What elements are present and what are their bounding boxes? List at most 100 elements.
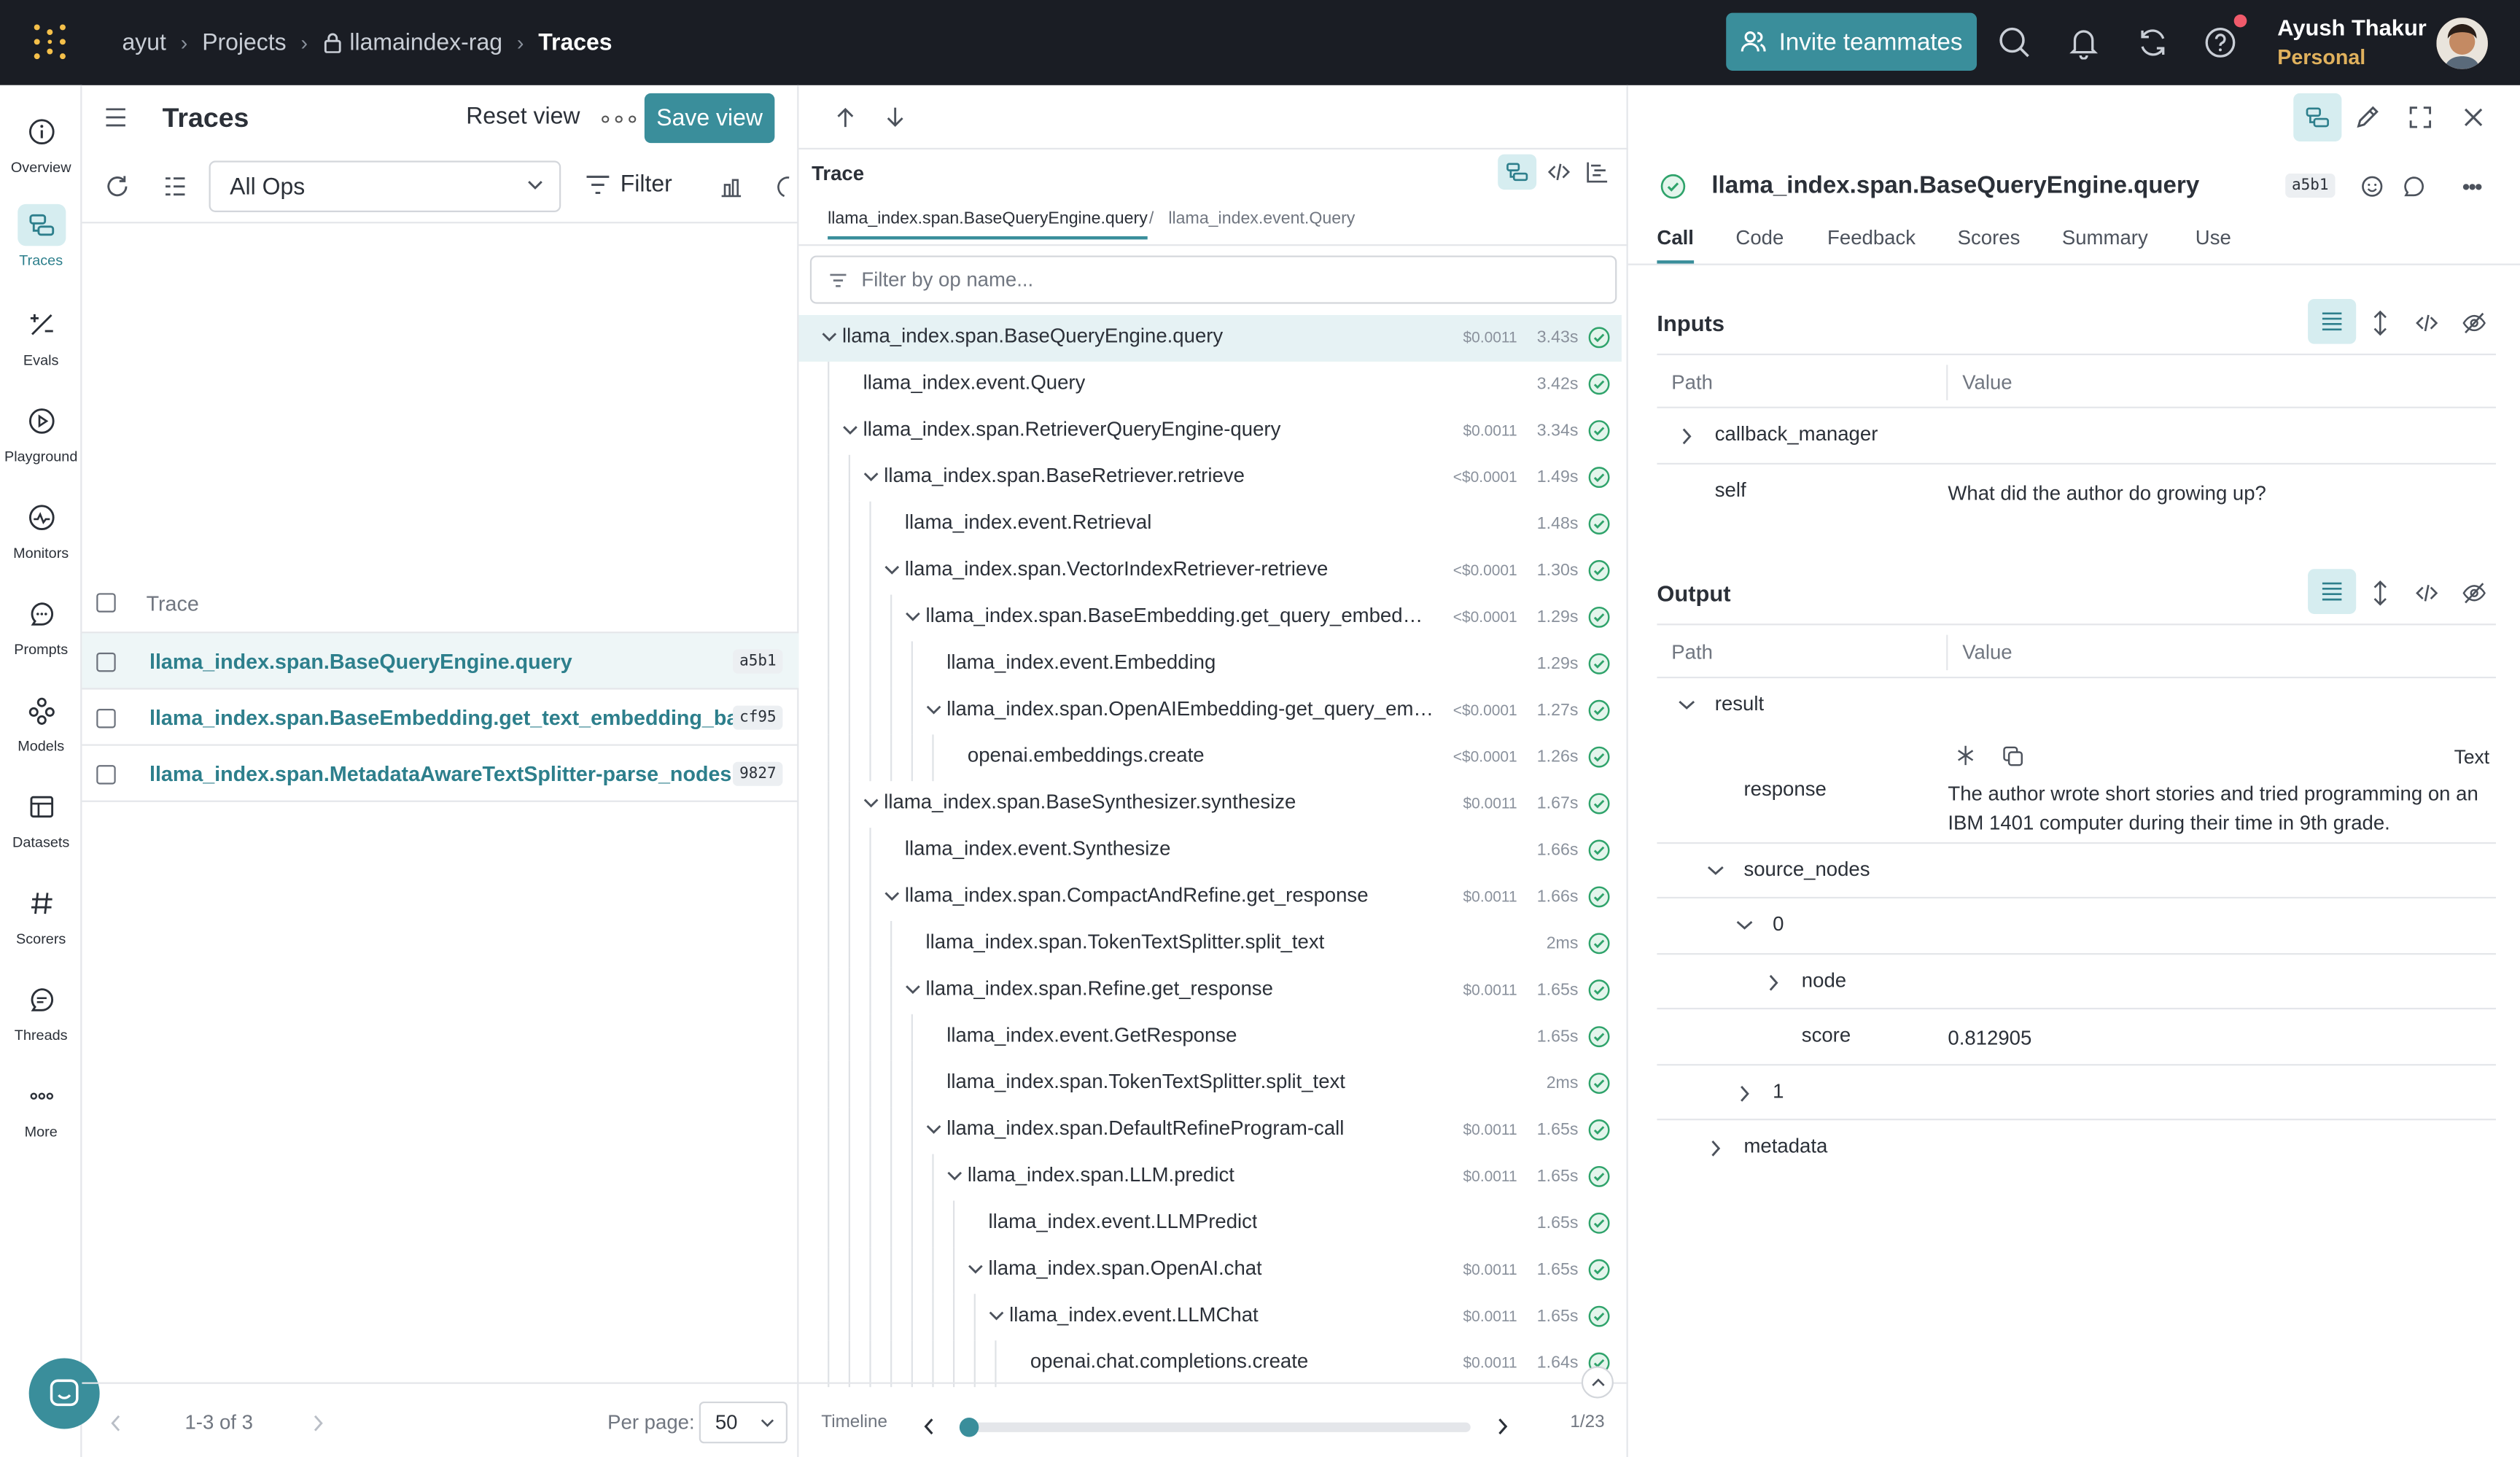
comment-icon[interactable] xyxy=(2403,175,2425,198)
copy-icon[interactable] xyxy=(2002,746,2023,767)
text-format-toggle[interactable]: Text xyxy=(2454,746,2490,769)
refresh-icon[interactable] xyxy=(2136,26,2169,59)
trace-tree-node[interactable]: llama_index.span.BaseQueryEngine.query $0… xyxy=(798,315,1622,362)
chevron-down-icon[interactable] xyxy=(1707,865,1724,876)
output-row-result[interactable]: result xyxy=(1657,678,2496,734)
chevron-down-icon[interactable] xyxy=(946,1170,962,1181)
tab-call[interactable]: Call xyxy=(1657,227,1694,264)
per-page-select[interactable]: 50 xyxy=(699,1401,788,1444)
chevron-left-icon[interactable] xyxy=(922,1418,936,1435)
trace-tree-node[interactable]: llama_index.event.LLMChat $0.0011 1.65s xyxy=(798,1294,1621,1341)
columns-icon[interactable] xyxy=(164,175,187,198)
nav-threads[interactable]: Threads xyxy=(0,976,82,1062)
code-icon[interactable] xyxy=(2416,312,2438,335)
chevron-down-icon[interactable] xyxy=(905,984,921,995)
menu-icon[interactable] xyxy=(104,108,127,127)
chart-icon[interactable] xyxy=(720,175,742,198)
nav-monitors[interactable]: Monitors xyxy=(0,494,82,580)
trace-tree-node[interactable]: llama_index.event.Embedding 1.29s xyxy=(798,641,1621,688)
trace-tree-node[interactable]: llama_index.span.OpenAI.chat $0.0011 1.65s xyxy=(798,1247,1621,1294)
output-row-metadata[interactable]: metadata xyxy=(1657,1120,2496,1176)
eye-off-icon[interactable] xyxy=(2462,312,2486,335)
nav-overview[interactable]: Overview xyxy=(0,108,82,195)
tab-use[interactable]: Use xyxy=(2196,227,2231,249)
chevron-down-icon[interactable] xyxy=(821,331,837,342)
eye-off-icon[interactable] xyxy=(2462,582,2486,605)
pencil-icon[interactable] xyxy=(2354,104,2380,130)
chevron-down-icon[interactable] xyxy=(1735,920,1753,930)
chevron-down-icon[interactable] xyxy=(926,704,942,715)
more-options-icon[interactable]: ∘∘∘ xyxy=(598,104,640,133)
chevron-down-icon[interactable] xyxy=(863,471,879,482)
tab-summary[interactable]: Summary xyxy=(2062,227,2148,249)
op-name-filter-input[interactable]: Filter by op name... xyxy=(809,255,1617,304)
save-view-button[interactable]: Save view xyxy=(644,93,775,144)
chevron-right-icon[interactable] xyxy=(1496,1418,1509,1435)
trace-tree-node[interactable]: llama_index.span.TokenTextSplitter.split… xyxy=(798,920,1621,968)
user-name[interactable]: Ayush Thakur xyxy=(2277,15,2427,40)
tree-view-toggle[interactable] xyxy=(1498,154,1537,190)
gantt-icon[interactable] xyxy=(1586,160,1609,183)
output-row-source-node-0[interactable]: 0 xyxy=(1657,898,2496,955)
bell-icon[interactable] xyxy=(2066,26,2100,60)
chevron-down-icon[interactable] xyxy=(989,1310,1005,1321)
table-row[interactable]: llama_index.span.BaseQueryEngine.query a… xyxy=(82,633,799,690)
list-view-toggle[interactable] xyxy=(2308,569,2357,614)
chevron-down-icon[interactable] xyxy=(842,424,858,435)
breadcrumb-projects[interactable]: Projects xyxy=(202,30,286,55)
refresh-icon[interactable] xyxy=(104,174,130,199)
reset-view-button[interactable]: Reset view xyxy=(466,104,580,130)
trace-tree-node[interactable]: llama_index.event.Retrieval 1.48s xyxy=(798,501,1621,548)
ops-select[interactable]: All Ops xyxy=(209,160,561,212)
arrow-down-icon[interactable] xyxy=(885,106,904,128)
nav-evals[interactable]: Evals xyxy=(0,300,82,387)
trace-name[interactable]: llama_index.span.BaseEmbedding.get_text_… xyxy=(149,706,769,730)
more-options-icon[interactable]: ••• xyxy=(2462,174,2483,199)
output-row-source-node-1[interactable]: 1 xyxy=(1657,1065,2496,1121)
row-checkbox[interactable] xyxy=(96,765,116,785)
search-icon[interactable] xyxy=(1998,26,2031,59)
nav-traces[interactable]: Traces xyxy=(0,201,82,288)
chevron-right-icon[interactable] xyxy=(1739,1085,1750,1103)
refresh-icon[interactable] xyxy=(777,175,799,198)
trace-view-toggle[interactable] xyxy=(2293,93,2342,141)
emoji-reaction-icon[interactable] xyxy=(2361,175,2384,198)
trace-tree-node[interactable]: llama_index.span.TokenTextSplitter.split… xyxy=(798,1060,1621,1108)
trace-tree-node[interactable]: openai.chat.completions.create $0.0011 1.6… xyxy=(798,1340,1621,1388)
trace-tree-node[interactable]: llama_index.event.Query 3.42s xyxy=(798,361,1621,408)
tab-code[interactable]: Code xyxy=(1735,227,1784,249)
table-row[interactable]: llama_index.span.BaseEmbedding.get_text_… xyxy=(82,690,799,746)
chevron-right-icon[interactable] xyxy=(1710,1140,1721,1157)
list-view-toggle[interactable] xyxy=(2308,298,2357,344)
row-checkbox[interactable] xyxy=(96,709,116,728)
trace-tree-node[interactable]: llama_index.span.BaseEmbedding.get_query… xyxy=(798,594,1621,642)
chevron-left-icon[interactable] xyxy=(109,1415,122,1432)
trace-tree-node[interactable]: llama_index.event.Synthesize 1.66s xyxy=(798,828,1621,875)
chevron-down-icon[interactable] xyxy=(968,1263,984,1274)
avatar[interactable] xyxy=(2436,18,2488,69)
wandb-logo-icon[interactable] xyxy=(31,23,69,61)
nav-prompts[interactable]: Prompts xyxy=(0,590,82,677)
row-checkbox[interactable] xyxy=(96,652,116,672)
timeline-slider-handle[interactable] xyxy=(959,1418,979,1437)
trace-name[interactable]: llama_index.span.MetadataAwareTextSplitt… xyxy=(149,762,731,786)
tab-scores[interactable]: Scores xyxy=(1958,227,2021,249)
chevron-down-icon[interactable] xyxy=(926,1124,942,1135)
trace-tree-node[interactable]: llama_index.span.BaseRetriever.retrieve <… xyxy=(798,454,1621,502)
trace-tree-node[interactable]: openai.embeddings.create <$0.0001 1.26s xyxy=(798,734,1621,782)
tab-feedback[interactable]: Feedback xyxy=(1827,227,1916,249)
code-icon[interactable] xyxy=(2416,582,2438,605)
trace-tree-node[interactable]: llama_index.span.OpenAIEmbedding-get_que… xyxy=(798,688,1621,735)
chevron-down-icon[interactable] xyxy=(863,797,879,808)
trace-tree-node[interactable]: llama_index.span.Refine.get_response $0.0… xyxy=(798,967,1621,1014)
close-icon[interactable] xyxy=(2462,106,2485,128)
chevron-down-icon[interactable] xyxy=(1678,699,1695,710)
select-all-checkbox[interactable] xyxy=(96,593,116,613)
trace-tree-node[interactable]: llama_index.span.BaseSynthesizer.synthes… xyxy=(798,781,1621,828)
tab-child-call[interactable]: llama_index.event.Query xyxy=(1168,209,1355,228)
output-row-source-nodes[interactable]: source_nodes xyxy=(1657,844,2496,899)
output-row-node[interactable]: node xyxy=(1657,955,2496,1010)
chevron-down-icon[interactable] xyxy=(905,611,921,622)
trace-tree-node[interactable]: llama_index.event.GetResponse 1.65s xyxy=(798,1014,1621,1061)
markdown-toggle-icon[interactable] xyxy=(1956,744,1975,766)
